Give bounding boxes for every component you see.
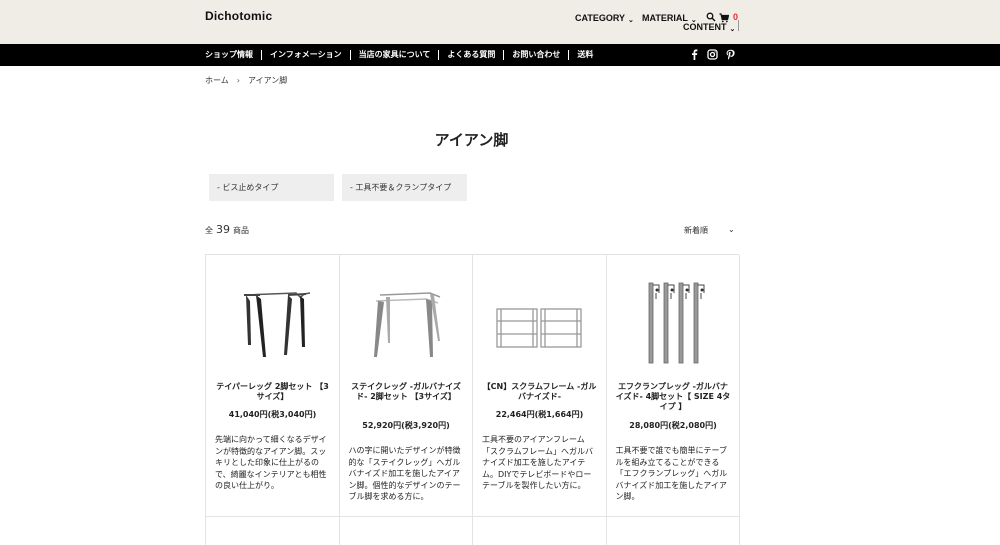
nav-content[interactable]: CONTENT ⌄ (683, 22, 736, 33)
nav-shipping[interactable]: 送料 (569, 50, 601, 60)
divider (738, 20, 739, 31)
product-name[interactable]: 【CN】スクラムフレーム -ガルバナイズド- (481, 382, 598, 402)
product-image-scrum-frame[interactable] (493, 275, 586, 365)
page-title: アイアン脚 (434, 131, 509, 149)
logo[interactable]: Dichotomic (205, 9, 272, 23)
product-description: 工具不要で誰でも簡単にテーブルを組み立てることができる「エフクランプレッグ」へガ… (615, 446, 728, 501)
header: Dichotomic CATEGORY ⌄ MATERIAL ⌄ CONTENT ⌄ … (0, 0, 1000, 44)
product-grid: テイパーレッグ 2脚セット 【3サイズ】 41,040円(税3,040円) 先端… (205, 254, 740, 545)
product-card[interactable]: テイパーレッグ 2脚セット 【3サイズ】 41,040円(税3,040円) 先端… (206, 255, 340, 517)
nav-information[interactable]: インフォメーション (262, 50, 351, 60)
product-card[interactable]: ステイクレッグ -ガルバナイズド- 2脚セット 【3サイズ】 52,920円(税… (339, 255, 473, 517)
product-name[interactable]: テイパーレッグ 2脚セット 【3サイズ】 (214, 382, 331, 402)
product-card[interactable]: 【CN】スクラムフレーム -ガルバナイズド- 22,464円(税1,664円) … (473, 255, 607, 517)
product-card[interactable] (607, 517, 740, 545)
product-price: 28,080円(税2,080円) (629, 421, 717, 430)
sub-nav-list: ショップ情報 インフォメーション 当店の家具について よくある質問 お問い合わせ… (205, 44, 601, 66)
nav-category-label: CATEGORY (575, 13, 626, 23)
instagram-icon[interactable] (707, 49, 718, 60)
nav-content-label: CONTENT (683, 22, 727, 32)
product-count: 全 39 商品 (205, 223, 249, 236)
product-price: 52,920円(税3,920円) (362, 421, 450, 430)
count-suffix: 商品 (233, 226, 249, 235)
nav-material-label: MATERIAL (642, 13, 688, 23)
product-price: 41,040円(税3,040円) (228, 410, 317, 419)
nav-contact[interactable]: お問い合わせ (504, 50, 570, 60)
product-description: ハの字に開いたデザインが特徴的な「ステイクレッグ」へガルバナイズド加工を施したア… (348, 446, 461, 501)
nav-shop-info[interactable]: ショップ情報 (205, 50, 262, 60)
product-description: 工具不要のアイアンフレーム「スクラムフレーム」へガルバナイズド加工を施したアイテ… (482, 435, 594, 490)
product-card[interactable]: エフクランプレッグ -ガルバナイズド- 4脚セット【 SIZE 4タイプ 】 2… (606, 255, 740, 517)
product-name[interactable]: エフクランプレッグ -ガルバナイズド- 4脚セット【 SIZE 4タイプ 】 (615, 382, 732, 412)
chevron-down-icon: ⌄ (628, 17, 634, 24)
pinterest-icon[interactable] (725, 49, 736, 60)
filter-clamp-type[interactable]: - 工具不要＆クランプタイプ (342, 174, 467, 201)
sort-select[interactable]: 新着順 (684, 225, 708, 236)
nav-about-furniture[interactable]: 当店の家具について (351, 50, 440, 60)
product-description: 先端に向かって細くなるデザインが特徴的なアイアン脚。スッキリとした印象に仕上がる… (215, 435, 327, 490)
product-card[interactable] (206, 517, 340, 545)
sub-navbar: ショップ情報 インフォメーション 当店の家具について よくある質問 お問い合わせ… (0, 44, 1000, 66)
breadcrumb-current: アイアン脚 (247, 76, 288, 85)
count-number: 39 (216, 223, 230, 236)
search-icon[interactable] (706, 12, 716, 22)
product-card[interactable] (340, 517, 473, 545)
facebook-icon[interactable] (689, 49, 700, 60)
breadcrumb-separator: › (236, 76, 240, 85)
product-image-stake-leg[interactable] (360, 275, 453, 365)
product-image-taper-leg[interactable] (226, 275, 319, 365)
product-image-f-clamp-leg[interactable] (627, 275, 720, 365)
filter-screw-type[interactable]: - ビス止めタイプ (209, 174, 334, 201)
breadcrumb: ホーム › アイアン脚 (205, 75, 287, 86)
product-card[interactable] (473, 517, 607, 545)
product-name[interactable]: ステイクレッグ -ガルバナイズド- 2脚セット 【3サイズ】 (348, 382, 465, 402)
count-prefix: 全 (205, 226, 213, 235)
nav-faq[interactable]: よくある質問 (439, 50, 505, 60)
chevron-down-icon: ⌄ (729, 26, 736, 33)
chevron-down-icon[interactable]: ⌄ (728, 225, 735, 234)
product-price: 22,464円(税1,664円) (495, 410, 584, 419)
nav-category[interactable]: CATEGORY ⌄ (575, 13, 634, 24)
cart-icon[interactable] (719, 13, 729, 23)
breadcrumb-home[interactable]: ホーム (205, 76, 229, 85)
